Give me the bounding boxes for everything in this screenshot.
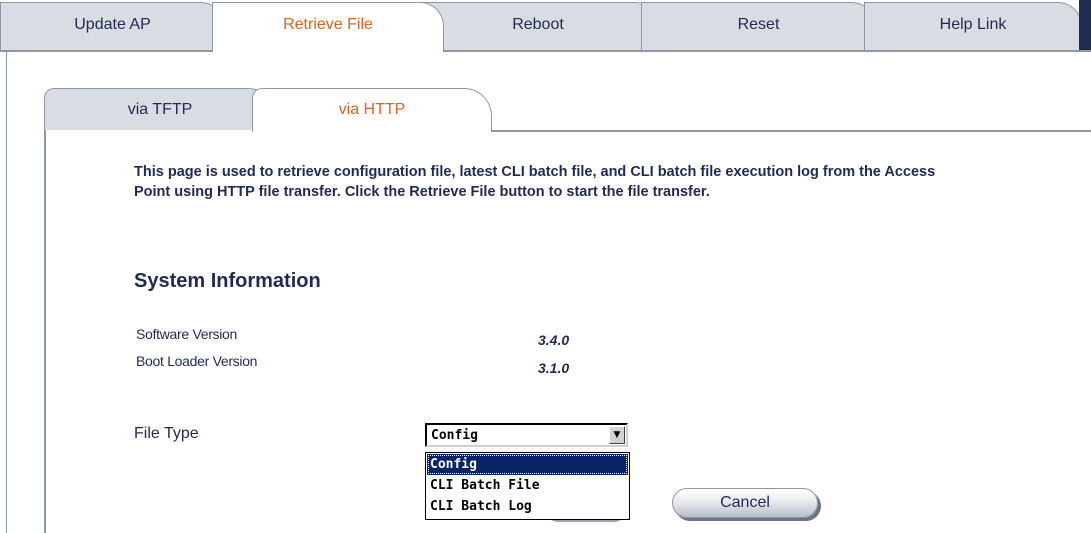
content-frame-edge — [6, 52, 7, 533]
top-tab-divider — [0, 50, 1091, 52]
tab-help-link[interactable]: Help Link — [864, 2, 1082, 50]
tab-retrieve-file-label: Retrieve File — [283, 16, 373, 33]
software-version-value: 3.4.0 — [538, 332, 570, 348]
cancel-button[interactable]: Cancel — [672, 488, 818, 518]
tab-help-link-label: Help Link — [939, 16, 1007, 33]
software-version-label: Software Version — [136, 326, 238, 342]
tab-update-ap-label: Update AP — [74, 16, 151, 33]
sub-panel-edge — [44, 130, 46, 533]
file-type-selected-value: Config — [431, 428, 478, 443]
top-tab-bar: Update AP Reboot Reset Help Link Retriev… — [0, 0, 1091, 52]
chevron-down-icon[interactable]: ▼ — [609, 426, 625, 444]
sub-tab-divider — [488, 130, 1091, 132]
tab-retrieve-file[interactable]: Retrieve File — [212, 2, 444, 52]
tab-update-ap[interactable]: Update AP — [0, 2, 225, 50]
tab-via-tftp-label: via TFTP — [127, 101, 193, 118]
page-description: This page is used to retrieve configurat… — [134, 164, 936, 200]
tab-via-http-label: via HTTP — [338, 101, 406, 118]
file-type-label: File Type — [134, 425, 199, 442]
tab-reboot-label: Reboot — [512, 16, 564, 33]
tab-reboot[interactable]: Reboot — [418, 2, 658, 50]
dropdown-option-cli-batch-file[interactable]: CLI Batch File — [427, 475, 628, 496]
boot-loader-version-value: 3.1.0 — [538, 360, 570, 376]
tab-via-tftp[interactable]: via TFTP — [44, 88, 276, 130]
dropdown-option-config[interactable]: Config — [427, 454, 628, 475]
dropdown-option-cli-batch-log[interactable]: CLI Batch Log — [427, 496, 628, 517]
tab-via-http[interactable]: via HTTP — [252, 88, 492, 132]
system-info-title: System Information — [134, 270, 321, 292]
tab-bar-end-cap — [1079, 0, 1091, 50]
file-type-dropdown-list[interactable]: Config CLI Batch File CLI Batch Log — [425, 452, 630, 520]
tab-reset[interactable]: Reset — [641, 2, 876, 50]
boot-loader-version-label: Boot Loader Version — [136, 353, 258, 369]
tab-reset-label: Reset — [737, 16, 780, 33]
file-type-select[interactable]: Config ▼ — [425, 423, 628, 447]
